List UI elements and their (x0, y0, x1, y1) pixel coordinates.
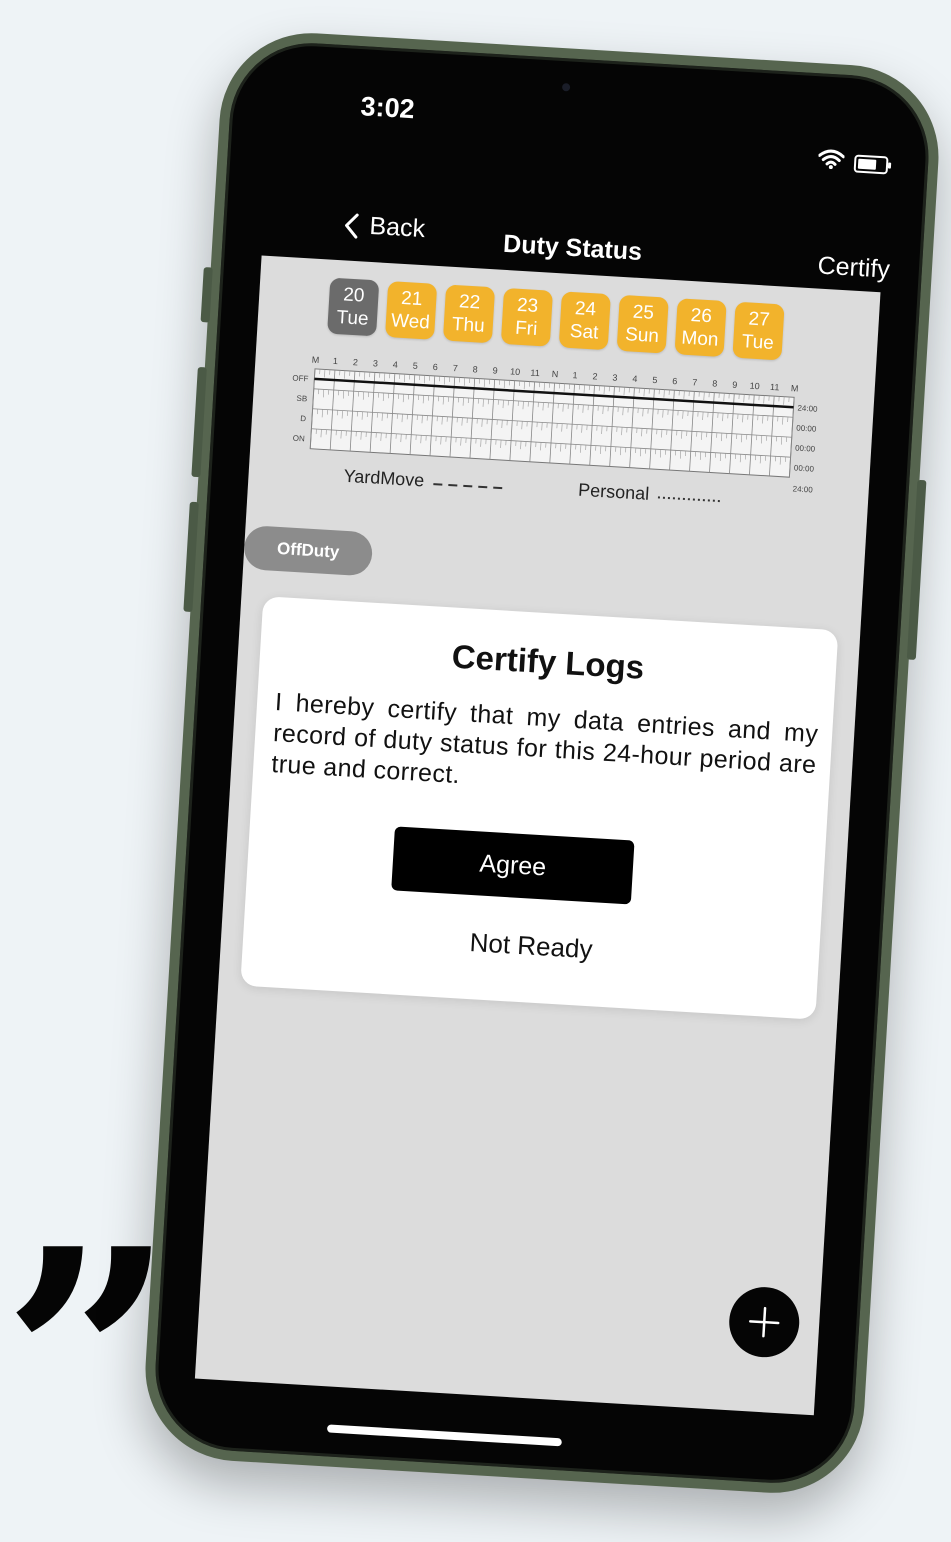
status-icons (817, 148, 889, 178)
hour-label: N (552, 369, 559, 379)
volume-up-button (191, 366, 207, 478)
date-chip-day: 26 (690, 305, 713, 328)
hour-label: M (791, 383, 799, 393)
duty-status-pill[interactable]: OffDuty (242, 525, 374, 577)
certify-button[interactable]: Certify (817, 252, 891, 285)
not-ready-button[interactable]: Not Ready (243, 914, 820, 979)
volume-down-button (183, 501, 199, 612)
hour-label: 8 (472, 364, 478, 374)
phone: 3:02 Back Duty Status Certify 20 Tue 21 … (140, 27, 944, 1499)
hour-label: 7 (692, 377, 698, 387)
home-indicator[interactable] (326, 1424, 562, 1447)
date-chip-3[interactable]: 23 Fri (500, 287, 554, 347)
row-label: SB (296, 394, 307, 404)
power-button (906, 479, 927, 660)
grand-total: 24:00 (792, 484, 813, 494)
row-label: D (300, 414, 307, 423)
date-chip-day: 23 (516, 294, 539, 317)
battery-icon (853, 154, 889, 175)
date-chip-weekday: Tue (741, 331, 775, 354)
mute-switch (200, 267, 213, 323)
yardmove-label: YardMove (343, 465, 425, 491)
stage: ” 3:02 Back Duty Status Certify 20 Tue 2… (0, 0, 951, 1542)
date-chip-day: 21 (400, 287, 423, 311)
hour-label: 2 (353, 357, 359, 367)
hour-label: 9 (732, 380, 738, 390)
dialog-message: I hereby certify that my data entries an… (270, 688, 820, 790)
hour-label: 7 (452, 363, 458, 373)
row-total: 00:00 (794, 463, 815, 473)
phone-frame: 3:02 Back Duty Status Certify 20 Tue 21 … (140, 27, 944, 1499)
date-chip-weekday: Wed (390, 310, 431, 334)
hour-label: 3 (373, 358, 379, 368)
personal-label: Personal (577, 479, 650, 504)
hour-label: 11 (770, 382, 780, 393)
date-chip-weekday: Fri (514, 317, 538, 340)
add-button[interactable] (727, 1285, 802, 1360)
dialog-title: Certify Logs (450, 637, 646, 686)
hour-label: 11 (530, 368, 540, 379)
date-chip-4[interactable]: 24 Sat (558, 291, 611, 351)
hour-label: 10 (510, 366, 521, 377)
camera-icon (561, 83, 571, 92)
hour-label: 5 (652, 375, 658, 385)
hour-label: 4 (632, 374, 638, 384)
hour-label: 10 (749, 381, 760, 392)
hour-label: 9 (492, 365, 498, 375)
hour-label: 8 (712, 378, 718, 388)
date-chip-weekday: Sun (624, 324, 660, 348)
row-total: 00:00 (795, 443, 816, 453)
agree-button[interactable]: Agree (391, 826, 635, 905)
row-total: 00:00 (796, 424, 817, 434)
hour-label: 6 (432, 362, 438, 372)
screen-content: 20 Tue 21 Wed 22 Thu 23 Fri 24 Sat 25 Sun 26 Mon 27 Tue… (194, 255, 881, 1416)
row-label: ON (293, 434, 306, 444)
date-chip-weekday: Sat (569, 320, 599, 344)
hour-label: 3 (612, 373, 618, 383)
date-chip-6[interactable]: 26 Mon (674, 298, 727, 358)
plus-icon (749, 1306, 780, 1338)
hour-label: 5 (413, 361, 419, 371)
date-chip-7[interactable]: 27 Tue (732, 301, 785, 361)
quote-mark-icon: ” (2, 1183, 175, 1536)
date-chip-day: 20 (342, 284, 366, 307)
date-chip-0[interactable]: 20 Tue (327, 277, 380, 337)
hour-label: 1 (572, 370, 578, 380)
row-label: OFF (292, 374, 309, 384)
wifi-icon (817, 148, 845, 175)
date-chip-weekday: Tue (335, 307, 370, 330)
duty-log-graph: M 1 2 3 4 5 6 7 8 9 10 11 N 1 2 3 4 5 6 7 8 9 10 11 MOFFSBDON24:… (292, 355, 818, 495)
date-chip-5[interactable]: 25 Sun (616, 294, 669, 354)
hour-label: 1 (333, 356, 339, 366)
hour-label: M (311, 355, 319, 365)
date-chip-weekday: Mon (680, 327, 719, 351)
date-chip-day: 27 (747, 308, 771, 331)
certify-dialog: Certify Logs I hereby certify that my da… (240, 596, 839, 1020)
date-chip-day: 25 (632, 301, 655, 324)
date-chip-day: 24 (574, 298, 597, 321)
date-chip-weekday: Thu (451, 313, 486, 337)
hour-label: 6 (672, 376, 678, 386)
date-chip-1[interactable]: 21 Wed (384, 281, 438, 340)
status-time: 3:02 (359, 91, 416, 125)
yardmove-line-icon (433, 483, 506, 490)
hour-label: 2 (592, 371, 598, 381)
row-total: 24:00 (797, 404, 818, 414)
hour-label: 4 (393, 359, 399, 369)
date-strip: 20 Tue 21 Wed 22 Thu 23 Fri 24 Sat 25 Sun 26 Mon 27 Tue (327, 277, 785, 361)
date-chip-2[interactable]: 22 Thu (442, 284, 496, 344)
date-chip-day: 22 (458, 291, 481, 314)
personal-line-icon (657, 496, 722, 503)
